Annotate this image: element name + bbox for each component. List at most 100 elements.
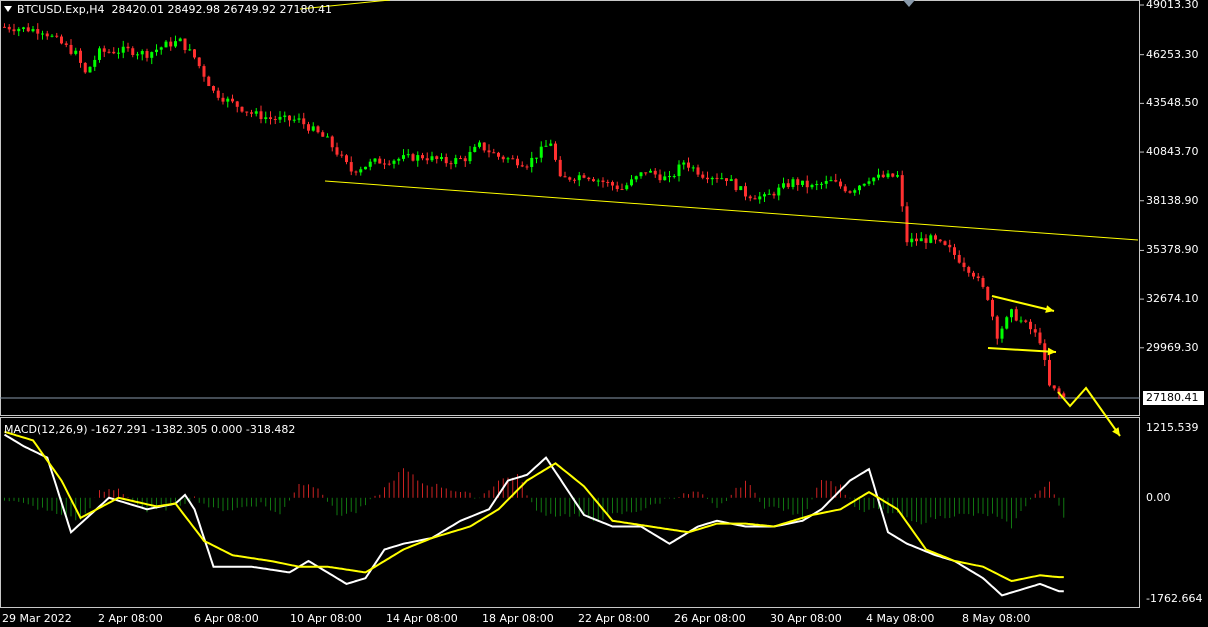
candle [98,46,101,63]
candle [896,171,899,178]
trend-line[interactable] [324,180,1139,241]
candle [383,158,386,170]
candle [278,111,282,124]
candle [1024,319,1028,323]
candle [577,171,581,187]
candle [772,191,776,199]
candle [915,233,918,246]
candle [815,180,819,191]
candle [1038,327,1042,346]
arrow-projection[interactable] [1057,386,1121,437]
candle [625,182,629,191]
candle [183,38,187,54]
candle [240,106,244,113]
price-axis-tick: 40843.70 [1146,145,1199,159]
candle [639,171,643,179]
arrow-upper[interactable] [991,295,1055,313]
candle [497,151,500,160]
candle [316,125,320,134]
candle [649,168,652,173]
candle [886,170,890,179]
candle [1029,319,1032,335]
candle [644,172,648,176]
candle [729,174,733,182]
candle [269,111,272,125]
candle [349,156,353,176]
candle [159,46,163,55]
candle [535,157,538,164]
candle [193,49,196,60]
current-price-label: 27180.41 [1143,391,1204,405]
candle [307,121,310,134]
candle [302,112,306,129]
candle [264,111,268,124]
candle [321,130,325,137]
candle [45,30,49,40]
candle [843,184,847,193]
candle [824,175,828,189]
period-marker [903,0,915,7]
candle [677,160,681,182]
candle [340,150,344,158]
candle [943,240,947,246]
symbol-label: BTCUSD.Exp,H4 [17,3,105,16]
candle [126,42,130,52]
candle [79,48,82,68]
candle [1043,339,1047,367]
candle [777,183,781,201]
candle [454,154,458,168]
macd-panel [3,430,1065,597]
candle [1052,385,1056,391]
candle [682,160,686,170]
candle [919,232,923,242]
candle [174,35,177,48]
candle [558,156,562,178]
time-axis-tick: 10 Apr 08:00 [290,612,362,625]
candle [511,155,515,160]
candle [1010,308,1013,323]
candle [440,153,443,162]
candle [981,275,985,289]
candle [50,33,54,38]
candle [877,168,880,181]
candle [976,273,980,282]
candle [601,177,605,188]
candle [710,176,714,186]
candle [563,171,567,178]
time-axis-tick: 26 Apr 08:00 [674,612,746,625]
candle [986,286,990,302]
candle [972,270,975,280]
candle [924,234,928,250]
candle [216,87,220,101]
candle [254,107,258,117]
candle [250,109,253,118]
candle [805,175,809,194]
time-axis-tick: 4 May 08:00 [866,612,935,625]
candle [345,154,348,165]
candle [335,142,339,157]
candle [658,169,662,183]
candle [957,250,961,264]
chart-header: BTCUSD.Exp,H4 28420.01 28492.98 26749.92… [4,3,332,16]
candle [430,151,434,163]
time-axis-tick: 30 Apr 08:00 [770,612,842,625]
candle [967,265,971,277]
candle [283,111,287,123]
price-axis-tick: 49013.30 [1146,0,1199,11]
candle [881,170,885,179]
candle [112,47,116,55]
dropdown-icon[interactable] [4,6,12,12]
candle [26,23,30,33]
candle [834,173,838,183]
candle [839,178,842,189]
candle [378,156,382,164]
candle [791,177,795,190]
candle [55,32,59,39]
candle [753,195,757,200]
time-axis-tick: 2 Apr 08:00 [98,612,163,625]
candle [900,170,904,212]
candle [739,186,743,191]
candle [592,177,595,182]
candle [60,34,63,45]
candle [872,177,876,186]
